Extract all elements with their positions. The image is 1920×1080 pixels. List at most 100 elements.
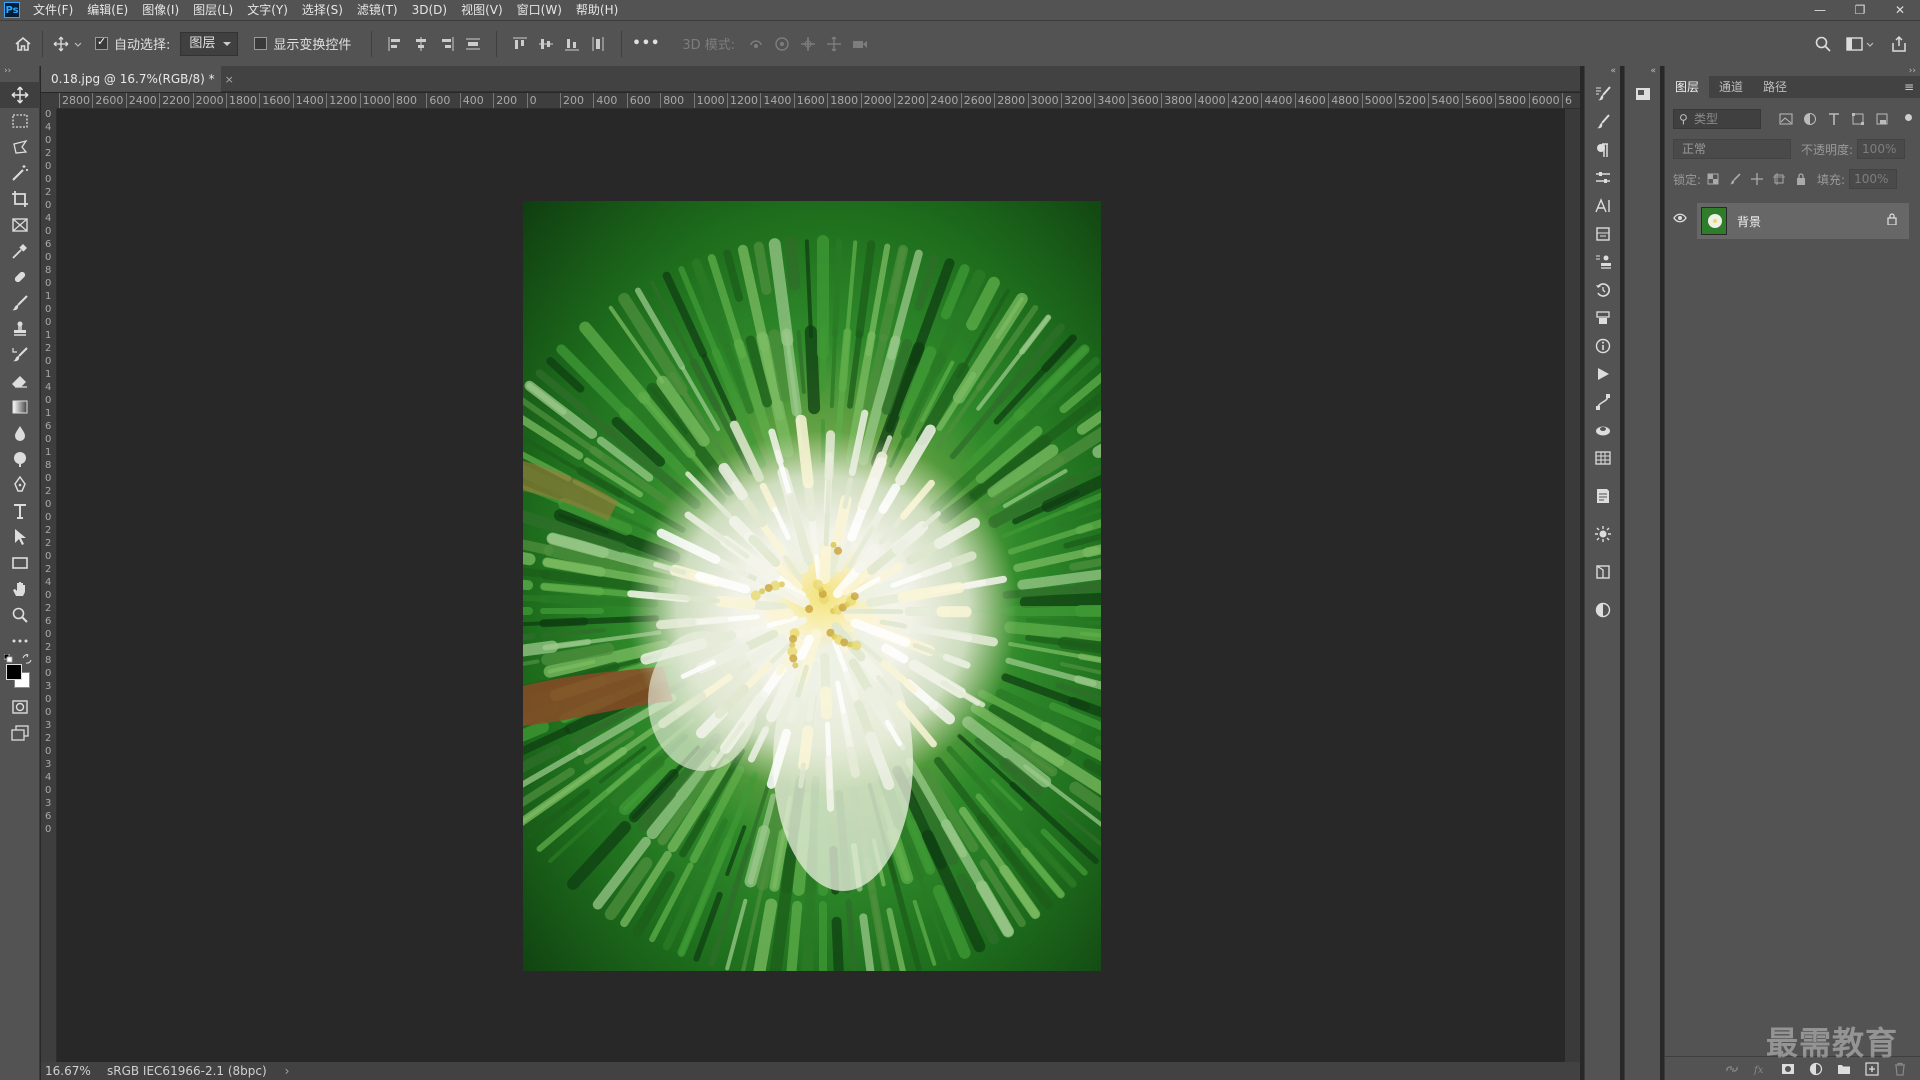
zoom-tool-icon[interactable] [0,602,40,628]
filter-smart-object-icon[interactable] [1875,112,1889,126]
tab-paths[interactable]: 路径 [1753,76,1797,98]
layer-filter-kind-dropdown[interactable]: 类型 [1673,109,1761,129]
status-menu-arrow[interactable]: › [285,1064,290,1078]
align-right-icon[interactable] [434,31,460,57]
menu-image[interactable]: 图像(I) [135,0,186,20]
filter-adjustment-icon[interactable] [1803,112,1817,126]
move-tool-preset-icon[interactable] [53,36,83,52]
strip-collapse-icon[interactable]: « [1585,66,1620,80]
eyedropper-tool-icon[interactable] [0,238,40,264]
menu-3d[interactable]: 3D(D) [405,0,454,20]
3d-icon[interactable] [1585,416,1621,444]
lock-image-pixels-icon[interactable] [1729,173,1741,185]
opacity-field[interactable]: 100% [1857,139,1906,159]
table-icon[interactable] [1585,444,1621,472]
rectangle-tool-icon[interactable] [0,550,40,576]
foreground-color-swatch[interactable] [6,664,22,680]
auto-select-target-dropdown[interactable]: 图层 [180,31,239,56]
distribute-horizontal-icon[interactable] [585,31,611,57]
menu-file[interactable]: 文件(F) [26,0,80,20]
gradient-tool-icon[interactable] [0,394,40,420]
crop-tool-icon[interactable] [0,186,40,212]
minimize-button[interactable]: — [1800,0,1840,20]
menu-filter[interactable]: 滤镜(T) [350,0,405,20]
pen-tool-icon[interactable] [0,472,40,498]
info-icon[interactable] [1585,332,1621,360]
adjustments-icon[interactable] [1585,596,1621,624]
paragraph-icon[interactable] [1585,136,1621,164]
glyphs-icon[interactable] [1585,220,1621,248]
blend-mode-dropdown[interactable]: 正常 [1673,139,1791,159]
auto-select-checkbox[interactable] [95,35,108,50]
layer-visibility-eye-icon[interactable] [1673,212,1687,228]
move-tool-icon[interactable] [0,82,40,108]
navigator-icon[interactable] [1625,80,1661,108]
history-icon[interactable] [1585,276,1621,304]
paths-icon[interactable] [1585,388,1621,416]
menu-view[interactable]: 视图(V) [454,0,510,20]
blur-tool-icon[interactable] [0,420,40,446]
home-icon[interactable] [14,35,32,53]
brushes-icon[interactable] [1585,108,1621,136]
character-icon[interactable] [1585,192,1621,220]
menu-type[interactable]: 文字(Y) [240,0,295,20]
3d-roll-icon[interactable] [769,31,795,57]
3d-rotate-icon[interactable] [743,31,769,57]
share-icon[interactable] [1890,35,1908,53]
panel-collapse-icon[interactable]: ›› [1665,66,1920,76]
marquee-tool-icon[interactable] [0,108,40,134]
filter-toggle-icon[interactable] [1905,114,1912,121]
tab-channels[interactable]: 通道 [1709,76,1753,98]
align-left-icon[interactable] [382,31,408,57]
hand-tool-icon[interactable] [0,576,40,602]
menu-edit[interactable]: 编辑(E) [80,0,135,20]
menu-layer[interactable]: 图层(L) [186,0,240,20]
tab-layers[interactable]: 图层 [1665,76,1710,98]
document-tab[interactable]: 0.18.jpg @ 16.7%(RGB/8) * × [41,66,234,92]
menu-window[interactable]: 窗口(W) [510,0,569,20]
color-profile-info[interactable]: sRGB IEC61966-2.1 (8bpc) [107,1064,267,1078]
screen-mode-icon[interactable] [0,720,40,746]
ruler-origin[interactable] [41,93,57,109]
brush-tool-icon[interactable] [0,290,40,316]
canvas-vertical-scrollbar[interactable] [1565,109,1580,1062]
libraries-icon[interactable] [1585,558,1621,586]
frame-tool-icon[interactable] [0,212,40,238]
history-brush-tool-icon[interactable] [0,342,40,368]
toolbar-collapse-icon[interactable]: ›› [0,66,39,82]
type-tool-icon[interactable] [0,498,40,524]
photoshop-logo-icon[interactable]: Ps [4,2,20,18]
adjustments-sun-icon[interactable] [1585,520,1621,548]
dodge-tool-icon[interactable] [0,446,40,472]
notes-icon[interactable] [1585,482,1621,510]
filter-shape-icon[interactable] [1851,112,1865,126]
actions-play-icon[interactable] [1585,360,1621,388]
lasso-tool-icon[interactable] [0,134,40,160]
filter-type-icon[interactable] [1827,112,1841,126]
tool-presets-icon[interactable] [1585,304,1621,332]
magic-wand-tool-icon[interactable] [0,160,40,186]
properties-icon[interactable] [1585,164,1621,192]
lock-artboard-icon[interactable] [1773,173,1786,185]
layer-style-fx-icon[interactable]: fx [1753,1062,1767,1076]
align-top-icon[interactable] [507,31,533,57]
distribute-vertical-icon[interactable] [460,31,486,57]
healing-brush-tool-icon[interactable] [0,264,40,290]
clone-stamp-tool-icon[interactable] [0,316,40,342]
workspace-icon[interactable] [1846,36,1876,52]
vertical-ruler[interactable]: 0 4 0 2 0 0 2 0 4 0 6 0 8 0 1 0 0 1 2 0 1 4 0 1 6 0 1 8 0 2 0 0 2 2 0 2 4 0 2 6… [41,109,57,1062]
path-selection-tool-icon[interactable] [0,524,40,550]
clone-source-icon[interactable] [1585,248,1621,276]
restore-button[interactable]: ❐ [1840,0,1880,20]
strip-collapse-icon[interactable]: « [1625,66,1660,80]
search-icon[interactable] [1814,35,1832,53]
fill-field[interactable]: 100% [1849,169,1898,189]
more-options-button[interactable]: ••• [632,36,660,51]
link-layers-icon[interactable] [1725,1062,1739,1076]
close-tab-icon[interactable]: × [225,73,234,86]
document-image[interactable] [523,201,1101,971]
filter-pixel-icon[interactable] [1779,112,1793,126]
default-colors-icon[interactable] [4,654,14,664]
3d-pan-icon[interactable] [795,31,821,57]
lock-transparent-pixels-icon[interactable] [1707,173,1719,185]
